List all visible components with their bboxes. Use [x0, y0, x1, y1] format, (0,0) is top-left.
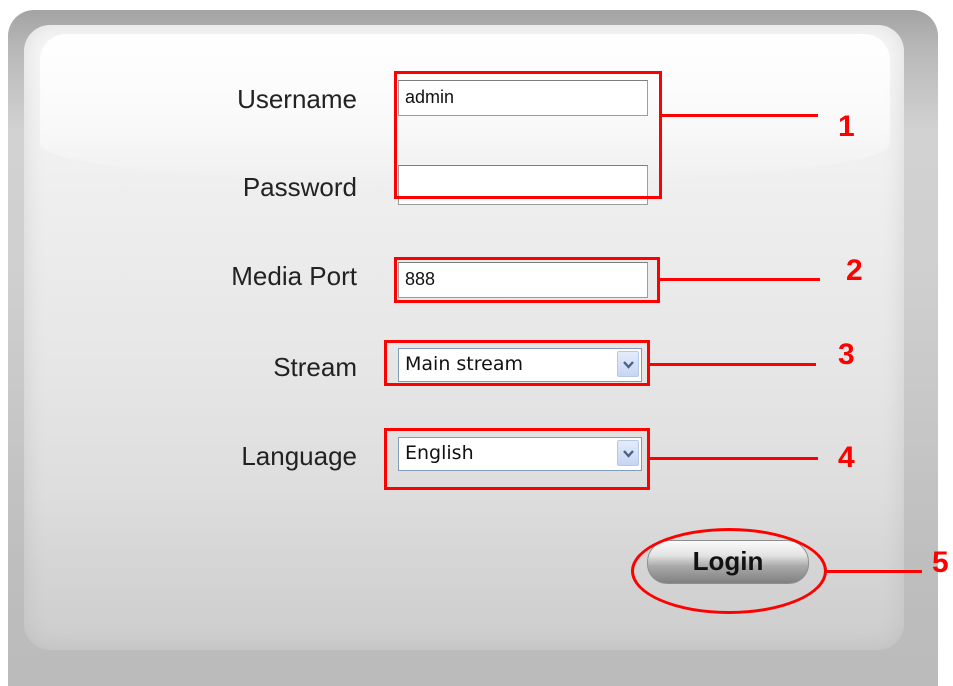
annotation-number-3: 3 — [838, 338, 855, 371]
annotation-number-5: 5 — [932, 546, 949, 579]
annotation-ellipse-5 — [631, 528, 827, 614]
stream-label: Stream — [273, 352, 357, 382]
annotation-line-1 — [660, 114, 818, 117]
media-port-label: Media Port — [231, 261, 357, 291]
annotation-box-3 — [384, 340, 650, 386]
annotation-box-4 — [384, 428, 650, 490]
annotation-number-1: 1 — [838, 110, 855, 143]
annotation-box-2 — [394, 257, 660, 303]
language-label: Language — [241, 441, 357, 471]
annotation-number-2: 2 — [846, 254, 863, 287]
annotation-line-3 — [648, 363, 816, 366]
annotation-line-4 — [648, 457, 818, 460]
annotation-line-5 — [824, 570, 922, 573]
password-label: Password — [242, 172, 357, 202]
username-label: Username — [237, 84, 357, 114]
annotation-line-2 — [658, 278, 820, 281]
annotation-box-1 — [394, 71, 662, 199]
annotation-number-4: 4 — [838, 441, 855, 474]
